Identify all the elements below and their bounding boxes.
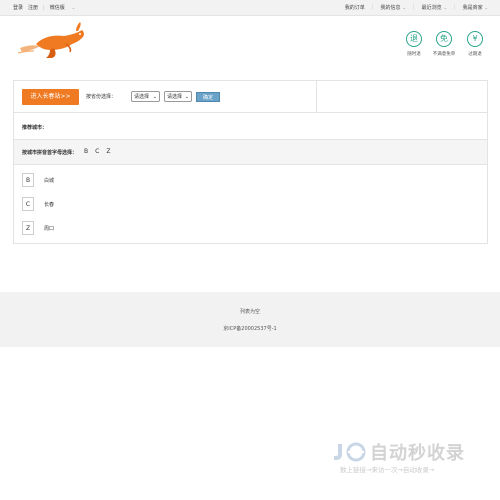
wechat-link[interactable]: 微信版 ⌄ — [50, 4, 80, 11]
badge-refund-anytime: 退 随时退 — [401, 31, 427, 57]
wechat-label: 微信版 — [49, 5, 65, 11]
province-select[interactable]: 请选择 ⌄ — [131, 91, 160, 102]
merchant-label: 我是商家 — [462, 5, 483, 11]
top-bar-left: 登录 注册 | 微信版 ⌄ — [13, 4, 85, 12]
footer-text: 列表为空 — [239, 309, 260, 315]
divider: | — [371, 4, 374, 10]
letter-key: C — [22, 197, 34, 211]
merchant-menu[interactable]: 我是商家 ⌄ — [463, 4, 488, 11]
enter-city-button[interactable]: 进入长春站>> — [22, 89, 79, 105]
province-select-value: 请选择 — [134, 94, 150, 100]
free-icon: 免 — [436, 31, 452, 47]
my-orders-link[interactable]: 我的订单 — [345, 4, 365, 11]
watermark: 自动秒收录 数上链接→来访一次→自动收录→ — [330, 440, 485, 480]
city-selection-panel: 进入长春站>> 按省份选择： 请选择 ⌄ 请选择 ⌄ 确定 推荐城市： 按城市拼… — [13, 80, 488, 244]
login-link[interactable]: 登录 — [13, 4, 23, 11]
divider — [316, 81, 317, 112]
city-link[interactable]: 周口 — [44, 225, 54, 232]
province-row: 进入长春站>> 按省份选择： 请选择 ⌄ 请选择 ⌄ 确定 — [14, 81, 487, 113]
divider: | — [412, 4, 415, 10]
guarantee-badges: 退 随时退 免 不满意免单 ¥ 过期退 — [401, 31, 490, 57]
top-bar: 登录 注册 | 微信版 ⌄ 我的订单 | 我的信息 ⌄ | 最近浏览 ⌄ | 我是商家… — [0, 0, 500, 16]
letter-key: B — [22, 173, 34, 187]
chevron-down-icon: ⌄ — [71, 5, 76, 10]
badge-free-if-unsatisfied: 免 不满意免单 — [431, 31, 457, 57]
chevron-down-icon: ⌄ — [184, 94, 189, 100]
watermark-logo-icon — [334, 442, 366, 462]
kangaroo-logo[interactable] — [16, 22, 91, 62]
refund-icon: 退 — [406, 31, 422, 47]
letter-key: Z — [22, 221, 34, 235]
badge-label: 随时退 — [407, 52, 421, 57]
yen-icon: ¥ — [467, 31, 483, 47]
letter-link-b[interactable]: B — [84, 148, 88, 155]
chevron-down-icon: ⌄ — [402, 5, 406, 10]
badge-label: 不满意免单 — [432, 52, 456, 57]
badge-label: 过期退 — [468, 52, 482, 57]
city-select[interactable]: 请选择 ⌄ — [164, 91, 192, 102]
letter-link-c[interactable]: C — [95, 148, 99, 155]
watermark-title: 自动秒收录 — [370, 443, 465, 464]
badge-expired-refund: ¥ 过期退 — [462, 31, 488, 57]
city-link[interactable]: 白城 — [44, 177, 54, 184]
chevron-down-icon: ⌄ — [443, 5, 447, 10]
register-link[interactable]: 注册 — [28, 4, 38, 11]
divider: | — [453, 4, 456, 10]
recent-views-menu[interactable]: 最近浏览 ⌄ — [422, 4, 447, 11]
top-bar-right: 我的订单 | 我的信息 ⌄ | 最近浏览 ⌄ | 我是商家 ⌄ — [345, 4, 500, 11]
letter-link-z[interactable]: Z — [106, 148, 110, 155]
pinyin-filter-label: 按城市拼音首字母选择： — [22, 150, 78, 156]
pinyin-filter-row: 按城市拼音首字母选择： B C Z — [14, 140, 487, 165]
confirm-button[interactable]: 确定 — [196, 92, 220, 102]
city-link[interactable]: 长春 — [44, 201, 54, 208]
icp-license-link[interactable]: 京ICP备20002537号-1 — [0, 325, 500, 332]
header: 退 随时退 免 不满意免单 ¥ 过期退 — [0, 16, 500, 76]
my-info-menu[interactable]: 我的信息 ⌄ — [381, 4, 406, 11]
footer: 列表为空 京ICP备20002537号-1 — [0, 292, 500, 347]
recommended-cities-label: 推荐城市： — [22, 125, 48, 131]
city-select-value: 请选择 — [167, 94, 183, 100]
recommended-cities-row: 推荐城市： — [14, 113, 487, 140]
pinyin-letters: B C Z — [84, 148, 117, 155]
divider: | — [43, 4, 45, 11]
chevron-down-icon: ⌄ — [484, 5, 488, 10]
recent-views-label: 最近浏览 — [421, 5, 442, 11]
province-label: 按省份选择： — [86, 94, 117, 100]
chevron-down-icon: ⌄ — [152, 94, 157, 100]
my-info-label: 我的信息 — [380, 5, 401, 11]
my-orders-label: 我的订单 — [344, 5, 365, 11]
watermark-subtitle: 数上链接→来访一次→自动收录→ — [340, 466, 435, 474]
